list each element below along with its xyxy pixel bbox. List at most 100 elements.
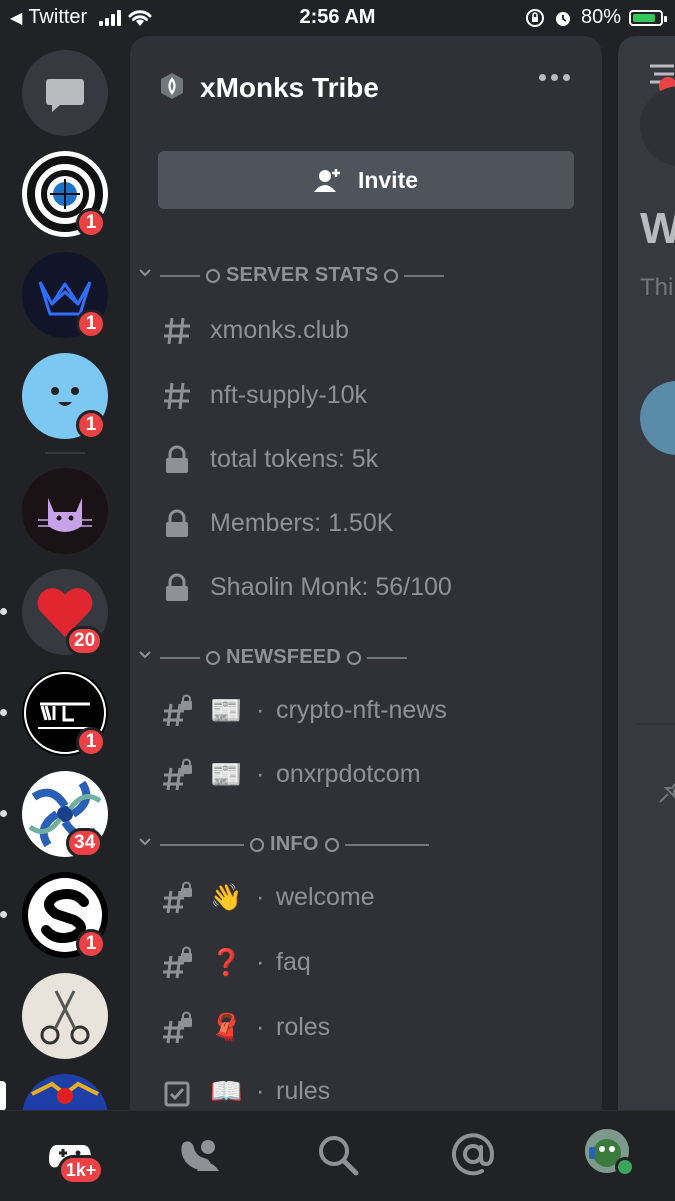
emblem-icon [31, 1081, 99, 1104]
robe-icon: 🧣 [210, 1012, 243, 1042]
category-divider-line [366, 656, 407, 659]
server-rail: 1 1 1 20 1 34 1 [0, 36, 130, 1110]
question-mark-icon: ❓ [210, 947, 243, 977]
server-name[interactable]: xMonks Tribe [200, 72, 379, 104]
unread-badge: 1 [76, 309, 106, 339]
channel-name: xmonks.club [210, 316, 349, 344]
channel-item[interactable]: 👋 · welcome [130, 871, 602, 921]
gear-icon [384, 268, 399, 283]
waving-hand-icon: 👋 [210, 882, 243, 912]
status-bar: ◀ Twitter 2:56 AM 80% [0, 0, 675, 36]
category-info[interactable]: INFO [130, 829, 602, 859]
unread-indicator [0, 709, 7, 716]
mentions-icon[interactable] [448, 1129, 498, 1179]
channel-name: welcome [276, 883, 375, 911]
unread-badge: 1 [76, 727, 106, 757]
channel-name: Shaolin Monk: 56/100 [210, 573, 452, 601]
more-options-icon[interactable] [539, 74, 570, 81]
separator-dot: · [256, 696, 265, 724]
unread-badge: 1 [76, 208, 106, 238]
server-icon-cat[interactable] [22, 468, 108, 554]
category-label: INFO [270, 833, 319, 855]
channel-item[interactable]: 📖 · rules [130, 1065, 602, 1110]
locked-hashtag-icon [163, 881, 192, 914]
channel-name: roles [276, 1013, 331, 1041]
category-label: NEWSFEED [226, 646, 341, 668]
peek-divider [636, 723, 675, 725]
channel-item[interactable]: 📰 · onxrpdotcom [130, 748, 602, 798]
online-status-icon [615, 1157, 635, 1177]
rail-divider [45, 452, 85, 454]
server-icon-partial[interactable] [22, 1074, 108, 1110]
channel-name: crypto-nft-news [276, 696, 447, 724]
add-person-icon [313, 169, 340, 192]
unread-indicator [0, 608, 7, 615]
category-divider-line [344, 843, 429, 846]
channel-name: onxrpdotcom [276, 760, 421, 788]
lock-icon [166, 573, 188, 601]
direct-messages-button[interactable] [22, 50, 108, 136]
invite-label: Invite [357, 166, 419, 193]
category-divider-line [160, 656, 200, 659]
locked-hashtag-icon [163, 946, 192, 979]
home-unread-badge: 1k+ [58, 1155, 104, 1185]
category-divider-line [160, 274, 200, 277]
community-server-icon [161, 73, 183, 99]
friends-icon[interactable] [175, 1129, 225, 1179]
channel-name: nft-supply-10k [210, 381, 368, 409]
channel-item[interactable]: Shaolin Monk: 56/100 [130, 561, 602, 611]
chevron-down-icon [139, 838, 151, 846]
locked-hashtag-icon [163, 758, 192, 791]
channel-item[interactable]: xmonks.club [130, 304, 602, 354]
separator-dot: · [256, 1077, 265, 1105]
channel-item[interactable]: total tokens: 5k [130, 433, 602, 483]
chevron-down-icon [139, 269, 151, 277]
orientation-lock-icon [525, 8, 544, 27]
hashtag-icon [164, 382, 190, 410]
unread-indicator [0, 810, 7, 817]
battery-percent: 80% [580, 6, 621, 28]
unread-badge: 34 [66, 828, 104, 858]
unread-badge: 1 [76, 410, 106, 440]
lock-icon [166, 509, 188, 537]
unread-badge: 20 [66, 626, 104, 656]
channel-name: Members: 1.50K [210, 509, 394, 537]
peek-title: W [640, 204, 675, 253]
open-book-icon: 📖 [210, 1076, 243, 1106]
channel-item[interactable]: ❓ · faq [130, 936, 602, 986]
channel-panel: xMonks Tribe Invite SERVER STATS xmonks.… [130, 36, 602, 1110]
locked-hashtag-icon [163, 1011, 192, 1044]
category-newsfeed[interactable]: NEWSFEED [130, 642, 602, 672]
channel-name: faq [276, 948, 311, 976]
channel-content-peek[interactable]: W Thi [618, 36, 675, 1110]
separator-dot: · [256, 948, 265, 976]
channel-name: rules [276, 1077, 331, 1105]
rules-checkbox-icon [164, 1081, 190, 1107]
newspaper-icon: 📰 [210, 695, 243, 725]
separator-dot: · [256, 760, 265, 788]
gear-icon [324, 837, 339, 852]
separator-dot: · [256, 1013, 265, 1041]
category-label: SERVER STATS [226, 264, 379, 286]
selected-server-indicator [0, 1081, 6, 1110]
bottom-tab-bar [0, 1110, 675, 1201]
lock-icon [166, 445, 188, 473]
unread-indicator [0, 911, 7, 918]
invite-button[interactable]: Invite [158, 151, 574, 209]
scissors-icon [40, 990, 90, 1045]
server-icon-scissors[interactable] [22, 973, 108, 1059]
cat-face-icon [38, 498, 92, 532]
battery-icon [629, 9, 667, 26]
channel-item[interactable]: 📰 · crypto-nft-news [130, 684, 602, 734]
channel-item[interactable]: Members: 1.50K [130, 497, 602, 547]
search-icon[interactable] [312, 1129, 362, 1179]
category-server-stats[interactable]: SERVER STATS [130, 260, 602, 290]
status-icons: 80% [525, 6, 667, 29]
gear-icon [206, 268, 220, 283]
channel-item[interactable]: 🧣 · roles [130, 1001, 602, 1051]
gear-icon [346, 650, 361, 665]
unread-badge: 1 [76, 929, 106, 959]
peek-subtitle: Thi [640, 274, 674, 301]
channel-item[interactable]: nft-supply-10k [130, 369, 602, 419]
newspaper-icon: 📰 [210, 759, 243, 789]
